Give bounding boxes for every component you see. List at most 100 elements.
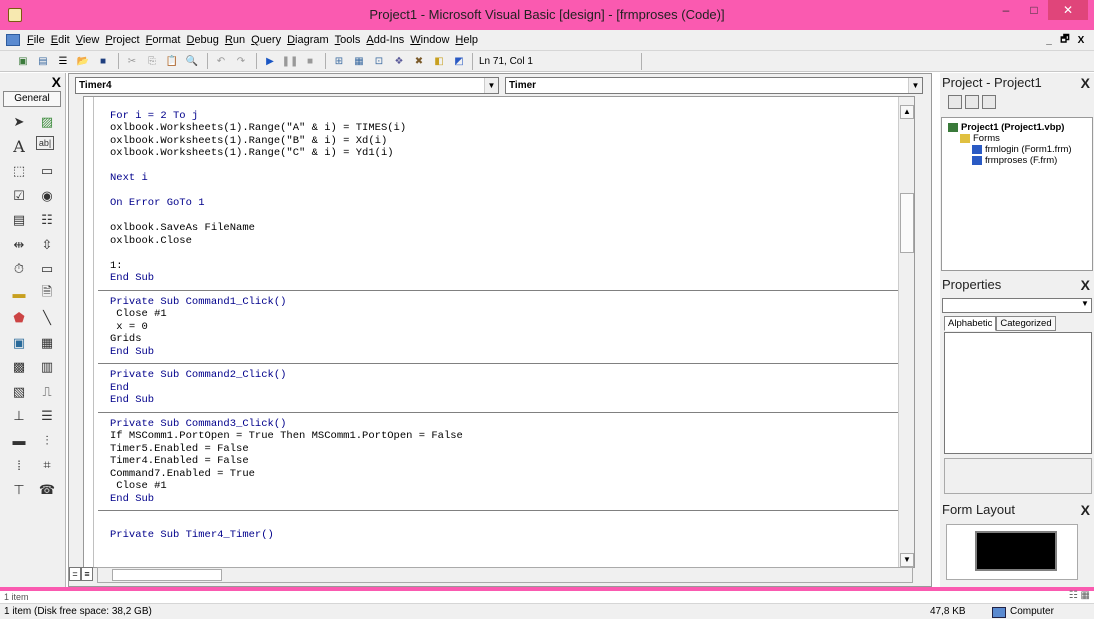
picturebox-icon[interactable]: ▨ xyxy=(36,111,58,133)
undo-icon[interactable]: ↶ xyxy=(212,53,230,69)
code-line[interactable]: If MSComm1.PortOpen = True Then MSComm1.… xyxy=(98,430,912,443)
redo-icon[interactable]: ↷ xyxy=(232,53,250,69)
scroll-thumb[interactable] xyxy=(900,193,914,253)
component-manager-icon[interactable]: ◩ xyxy=(450,53,468,69)
textbox-icon[interactable]: ab| xyxy=(36,135,54,150)
code-line[interactable]: Command7.Enabled = True xyxy=(98,468,912,481)
slider-icon[interactable]: ⊤ xyxy=(8,479,30,501)
code-line[interactable]: End Sub xyxy=(98,346,912,359)
menu-project[interactable]: Project xyxy=(102,34,142,46)
datarepeater-icon[interactable]: ☰ xyxy=(36,405,58,427)
object-browser-icon[interactable]: ❖ xyxy=(390,53,408,69)
menu-tools[interactable]: Tools xyxy=(332,34,364,46)
tree-project-node[interactable]: Project1 (Project1.vbp) xyxy=(948,122,1086,133)
view-object-icon[interactable] xyxy=(965,95,979,109)
find-icon[interactable]: 🔍 xyxy=(183,53,201,69)
menu-debug[interactable]: Debug xyxy=(183,34,221,46)
code-line[interactable]: oxlbook.Worksheets(1).Range("B" & i) = X… xyxy=(98,135,912,148)
scroll-down-icon[interactable]: ▼ xyxy=(900,553,914,567)
listview-icon[interactable]: ⁞ xyxy=(8,454,30,476)
listbox-icon[interactable]: ☷ xyxy=(36,209,58,231)
progressbar-icon[interactable]: ▬ xyxy=(8,430,30,452)
label-icon[interactable]: A xyxy=(8,136,30,158)
code-line[interactable] xyxy=(98,185,912,198)
end-icon[interactable]: ■ xyxy=(301,53,319,69)
code-line[interactable]: Private Sub Command3_Click() xyxy=(98,418,912,431)
code-line[interactable]: Private Sub Command2_Click() xyxy=(98,369,912,382)
code-line[interactable]: End Sub xyxy=(98,272,912,285)
tree-folder-node[interactable]: Forms xyxy=(948,133,1086,144)
frame-icon[interactable]: ⬚ xyxy=(8,160,30,182)
code-line[interactable]: End Sub xyxy=(98,394,912,407)
toggle-folders-icon[interactable] xyxy=(982,95,996,109)
checkbox-icon[interactable]: ☑ xyxy=(8,185,30,207)
command-button-icon[interactable]: ▭ xyxy=(36,160,58,182)
toolbox-icon[interactable]: ✖ xyxy=(410,53,428,69)
form-layout-icon[interactable]: ⊡ xyxy=(370,53,388,69)
chevron-down-icon[interactable]: ▼ xyxy=(484,78,498,93)
mdi-minimize-button[interactable]: _ xyxy=(1042,33,1056,47)
ole-icon[interactable]: ▩ xyxy=(8,356,30,378)
cut-icon[interactable]: ✂ xyxy=(123,53,141,69)
add-project-icon[interactable]: ▣ xyxy=(14,53,32,69)
menu-edit[interactable]: Edit xyxy=(48,34,73,46)
code-line[interactable]: Private Sub Command1_Click() xyxy=(98,296,912,309)
code-line[interactable]: Close #1 xyxy=(98,480,912,493)
combobox-icon[interactable]: ▤ xyxy=(8,209,30,231)
code-line[interactable]: Timer4.Enabled = False xyxy=(98,455,912,468)
form-layout-preview[interactable] xyxy=(975,531,1057,571)
image-icon[interactable]: ▣ xyxy=(8,332,30,354)
timer-icon[interactable]: ⏱ xyxy=(8,258,30,280)
tab-alphabetic[interactable]: Alphabetic xyxy=(944,316,997,331)
properties-window-icon[interactable]: ▦ xyxy=(350,53,368,69)
dirlistbox-icon[interactable]: ▬ xyxy=(8,283,30,305)
data-icon[interactable]: ▦ xyxy=(36,332,58,354)
code-line[interactable]: Private Sub Timer4_Timer() xyxy=(98,529,912,542)
break-icon[interactable]: ❚❚ xyxy=(281,53,299,69)
shape-icon[interactable]: ⬟ xyxy=(8,307,30,329)
code-line[interactable]: oxlbook.Close xyxy=(98,235,912,248)
project-explorer-close-button[interactable]: X xyxy=(1081,73,1090,93)
code-line[interactable]: oxlbook.Worksheets(1).Range("A" & i) = T… xyxy=(98,122,912,135)
code-line[interactable]: Grids xyxy=(98,333,912,346)
code-line[interactable]: Close #1 xyxy=(98,308,912,321)
menu-diagram[interactable]: Diagram xyxy=(284,34,332,46)
procedure-view-button[interactable]: = xyxy=(69,567,81,581)
code-line[interactable]: For i = 2 To j xyxy=(98,110,912,123)
toolbox-tab-general[interactable]: General xyxy=(3,91,61,107)
form-layout-close-button[interactable]: X xyxy=(1081,500,1090,520)
toolbox-close-button[interactable]: X xyxy=(52,74,61,90)
menu-add-ins[interactable]: Add-Ins xyxy=(363,34,407,46)
code-line[interactable] xyxy=(98,247,912,260)
properties-object-combo[interactable]: ▼ xyxy=(942,298,1092,313)
start-icon[interactable]: ▶ xyxy=(261,53,279,69)
menu-window[interactable]: Window xyxy=(407,34,452,46)
minimize-button[interactable]: – xyxy=(992,0,1020,20)
tree-form-node[interactable]: frmlogin (Form1.frm) xyxy=(948,144,1086,155)
code-line[interactable]: On Error GoTo 1 xyxy=(98,197,912,210)
details-view-icon[interactable]: ☷ ▦ xyxy=(1069,590,1090,601)
code-line[interactable]: Next i xyxy=(98,172,912,185)
code-line[interactable] xyxy=(98,210,912,223)
pointer-icon[interactable]: ➤ xyxy=(8,111,30,133)
maximize-button[interactable]: □ xyxy=(1020,0,1048,20)
scroll-up-icon[interactable]: ▲ xyxy=(900,105,914,119)
copy-icon[interactable]: ⎘ xyxy=(143,53,161,69)
vscrollbar-icon[interactable]: ⇳ xyxy=(36,234,58,256)
data-view-icon[interactable]: ◧ xyxy=(430,53,448,69)
menu-run[interactable]: Run xyxy=(222,34,248,46)
view-code-icon[interactable] xyxy=(948,95,962,109)
mdi-restore-button[interactable]: 🗗 xyxy=(1058,33,1072,47)
menu-help[interactable]: Help xyxy=(452,34,481,46)
procedure-combo[interactable]: Timer ▼ xyxy=(505,77,923,94)
datagrid-icon[interactable]: ▧ xyxy=(8,381,30,403)
properties-grid[interactable] xyxy=(944,332,1092,454)
menu-file[interactable]: File xyxy=(24,34,48,46)
vertical-scrollbar[interactable]: ▲ ▼ xyxy=(898,97,914,567)
save-project-icon[interactable]: ■ xyxy=(94,53,112,69)
datacombo-icon[interactable]: ⊥ xyxy=(8,405,30,427)
code-line[interactable]: End Sub xyxy=(98,493,912,506)
margin-indicator-bar[interactable] xyxy=(84,97,94,567)
menu-view[interactable]: View xyxy=(73,34,103,46)
hscroll-thumb[interactable] xyxy=(112,569,222,581)
